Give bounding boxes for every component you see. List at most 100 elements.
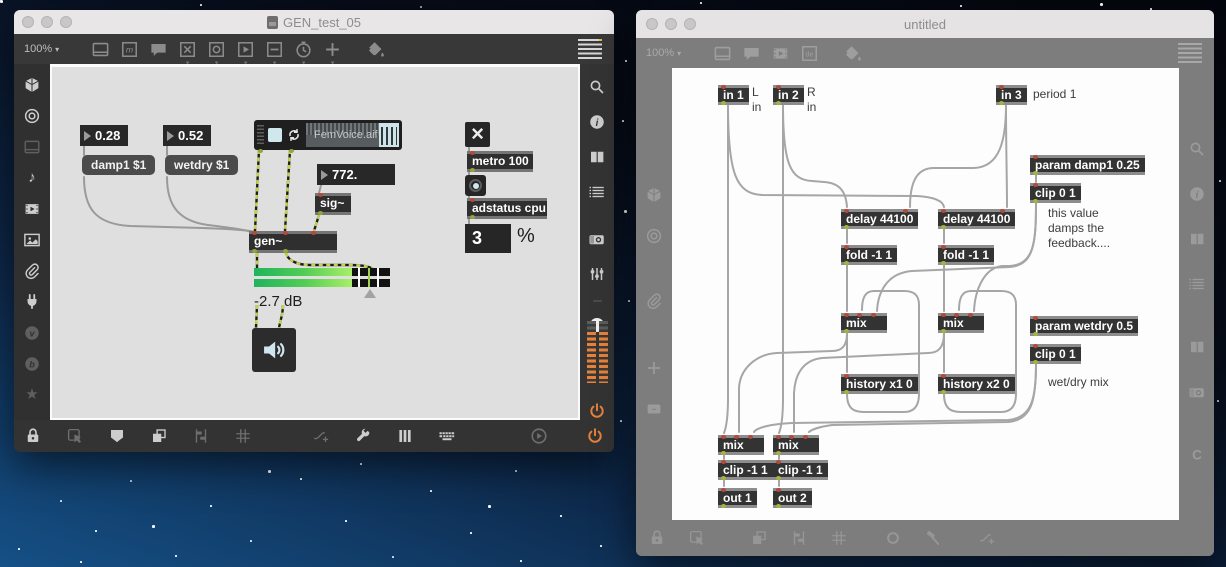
c-badge-icon[interactable] <box>1188 446 1206 464</box>
object-adstatus[interactable]: adstatus cpu <box>467 198 547 219</box>
align-icon[interactable] <box>790 529 808 547</box>
info-icon[interactable] <box>1188 185 1206 203</box>
lock-icon[interactable] <box>648 529 666 547</box>
tilde-box-icon[interactable] <box>645 400 663 418</box>
inspector-target-icon[interactable] <box>645 227 663 245</box>
object-clip-damp[interactable]: clip 0 1 <box>1030 183 1081 203</box>
object-sig[interactable]: sig~ <box>315 193 351 215</box>
cpu-number-box[interactable]: 3 <box>465 224 511 253</box>
playbar[interactable]: FemVoice.aif <box>254 120 402 153</box>
zoom-button[interactable] <box>684 18 696 30</box>
object-param-wetdry[interactable]: param wetdry 0.5 <box>1030 316 1139 336</box>
bang-button[interactable] <box>465 175 486 196</box>
zoom-level-control[interactable]: 100% ▾ <box>646 47 681 59</box>
attachment-clip-icon[interactable] <box>23 262 41 280</box>
attachment-clip-icon[interactable] <box>645 292 663 310</box>
select-cursor-icon[interactable] <box>688 529 706 547</box>
inspector-target-icon[interactable] <box>23 107 41 125</box>
plug-icon[interactable] <box>23 293 41 311</box>
add-object-icon[interactable] <box>323 40 342 59</box>
object-history-right[interactable]: history x2 0 <box>938 374 1015 394</box>
layers-icon[interactable] <box>750 529 768 547</box>
titlebar[interactable]: untitled <box>636 10 1214 38</box>
presentation-icon[interactable] <box>108 427 126 445</box>
metro-clock-icon[interactable] <box>294 40 313 59</box>
columns-icon[interactable] <box>1188 338 1206 356</box>
object-fold-left[interactable]: fold -1 1 <box>841 245 898 265</box>
select-cursor-icon[interactable] <box>66 427 84 445</box>
close-button[interactable] <box>646 18 658 30</box>
search-icon[interactable] <box>588 78 606 96</box>
object-browser-icon[interactable] <box>23 76 41 94</box>
columns-icon[interactable] <box>1188 230 1206 248</box>
piano-keys-icon[interactable] <box>396 427 414 445</box>
master-volume-slider[interactable] <box>590 300 604 332</box>
number-box-freq[interactable]: 772. <box>317 164 395 185</box>
comment-bubble-icon[interactable] <box>742 44 761 63</box>
message-box-damp[interactable]: damp1 $1 <box>82 155 156 175</box>
playbar-box-icon[interactable] <box>236 40 255 59</box>
ezdac-speaker-button[interactable] <box>252 328 296 372</box>
codebox-de-icon[interactable] <box>800 44 819 63</box>
drag-grip-icon[interactable] <box>257 125 264 145</box>
message-box-icon[interactable] <box>120 40 139 59</box>
paint-bucket-icon[interactable] <box>366 40 385 59</box>
patchcord-add-icon[interactable] <box>978 529 996 547</box>
film-box-icon[interactable] <box>771 44 790 63</box>
toggle-box[interactable]: × <box>465 122 490 147</box>
object-metro[interactable]: metro 100 <box>467 151 533 172</box>
snapshot-camera-icon[interactable] <box>1188 383 1206 401</box>
paint-bucket-icon[interactable] <box>843 44 862 63</box>
object-mix-right[interactable]: mix <box>938 313 984 333</box>
object-delay-left[interactable]: delay 44100 <box>841 209 919 229</box>
object-out2[interactable]: out 2 <box>773 488 812 508</box>
object-in2[interactable]: in 2 <box>773 85 804 105</box>
snapshot-camera-icon[interactable] <box>588 230 606 248</box>
object-mix-out-right[interactable]: mix <box>773 435 819 455</box>
object-clip-wetdry[interactable]: clip 0 1 <box>1030 344 1081 364</box>
lock-icon[interactable] <box>24 427 42 445</box>
stop-button[interactable] <box>268 128 282 142</box>
zoom-button[interactable] <box>60 16 72 28</box>
console-list-icon[interactable] <box>1188 275 1206 293</box>
grid-icon[interactable] <box>234 427 252 445</box>
layers-icon[interactable] <box>150 427 168 445</box>
object-in1[interactable]: in 1 <box>718 85 749 105</box>
power-icon[interactable] <box>586 427 604 445</box>
image-icon[interactable] <box>23 231 41 249</box>
object-gen[interactable]: gen~ <box>249 231 337 253</box>
hammer-icon[interactable] <box>924 529 942 547</box>
align-icon[interactable] <box>192 427 210 445</box>
patchcord-add-icon[interactable] <box>312 427 330 445</box>
search-icon[interactable] <box>1188 140 1206 158</box>
titlebar[interactable]: GEN_test_05 <box>14 10 614 34</box>
object-box-icon[interactable] <box>207 40 226 59</box>
object-mix-out-left[interactable]: mix <box>718 435 764 455</box>
mixer-sliders-icon[interactable] <box>588 265 606 283</box>
object-clip-out-right[interactable]: clip -1 1 <box>773 460 828 480</box>
loop-icon[interactable] <box>286 127 302 143</box>
columns-icon[interactable] <box>588 148 606 166</box>
vizzie-icon[interactable] <box>23 324 41 342</box>
gen-patcher-canvas[interactable]: in 1 Lin in 2 Rin in 3 period 1 param da… <box>672 68 1179 520</box>
patcher-canvas[interactable]: 0.28 0.52 damp1 $1 wetdry $1 FemVoice.ai… <box>50 64 580 420</box>
live-gain-slider[interactable] <box>254 268 390 298</box>
object-param-damp[interactable]: param damp1 0.25 <box>1030 155 1145 175</box>
circle-icon[interactable] <box>884 529 902 547</box>
object-in3[interactable]: in 3 <box>996 85 1027 105</box>
number-box-icon[interactable] <box>265 40 284 59</box>
toggle-box-icon[interactable] <box>178 40 197 59</box>
object-out1[interactable]: out 1 <box>718 488 757 508</box>
audio-power-icon[interactable] <box>588 402 606 420</box>
close-button[interactable] <box>22 16 34 28</box>
wrench-icon[interactable] <box>354 427 372 445</box>
grid-toggle-icon[interactable] <box>1178 43 1202 63</box>
audio-note-icon[interactable]: ♪ <box>23 169 41 187</box>
keyboard-icon[interactable] <box>438 427 456 445</box>
zoom-level-control[interactable]: 100% ▾ <box>24 43 59 55</box>
gain-knob-triangle[interactable] <box>364 289 376 298</box>
panel-icon[interactable] <box>23 138 41 156</box>
panel-icon[interactable] <box>91 40 110 59</box>
object-history-left[interactable]: history x1 0 <box>841 374 918 394</box>
object-delay-right[interactable]: delay 44100 <box>938 209 1016 229</box>
